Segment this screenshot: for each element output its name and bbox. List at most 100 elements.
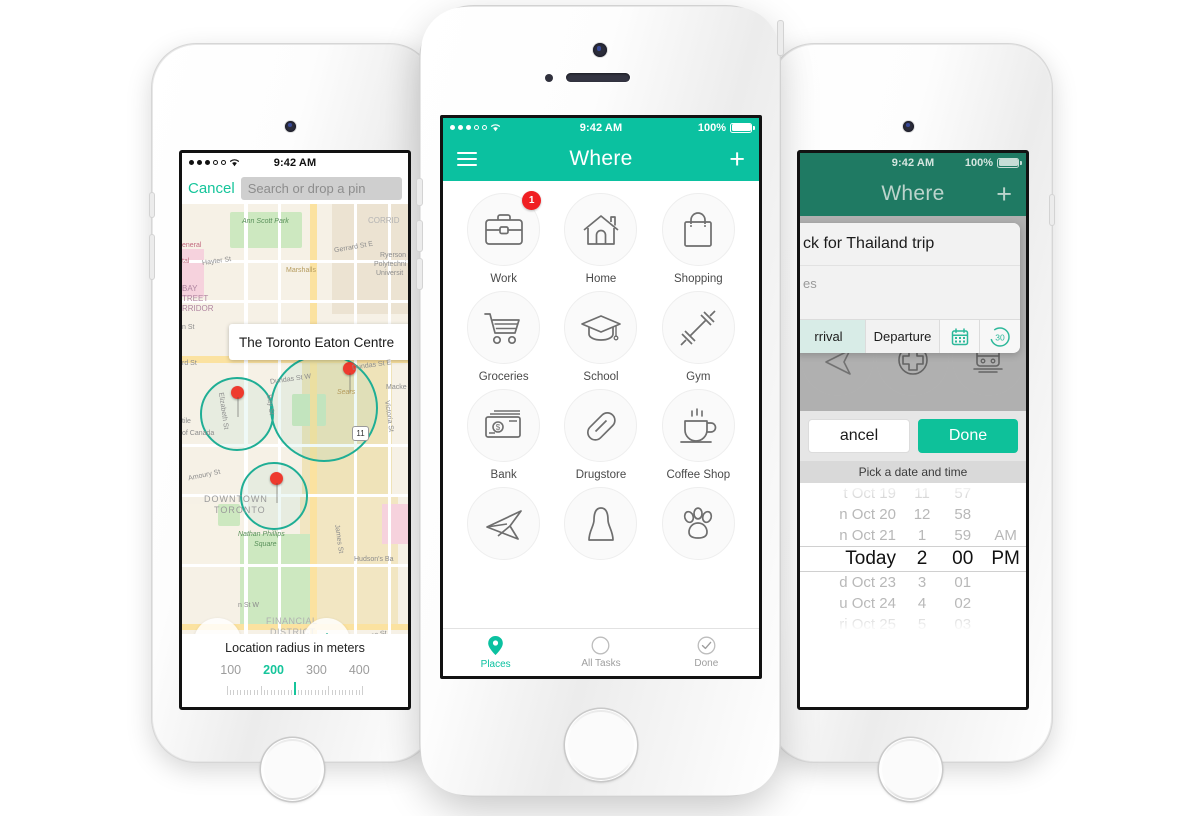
tab-done[interactable]: Done <box>654 629 759 676</box>
place-cell-school[interactable]: School <box>552 291 649 383</box>
place-circle[interactable]: $ <box>467 389 541 462</box>
place-cell-person[interactable] <box>552 487 649 567</box>
home-button[interactable] <box>879 738 942 801</box>
task-card[interactable]: ck for Thailand trip es rrival Departure <box>800 223 1020 353</box>
trigger-segmented-control[interactable]: rrival Departure 30 <box>800 319 1020 353</box>
picker-row[interactable]: d Oct 23 3 01 <box>800 572 1026 593</box>
mute-switch[interactable] <box>417 179 422 205</box>
place-circle[interactable] <box>661 193 735 266</box>
place-circle[interactable] <box>564 193 638 266</box>
done-button[interactable]: Done <box>918 419 1018 453</box>
front-camera <box>285 121 296 132</box>
tab-all-tasks-label: All Tasks <box>581 658 621 669</box>
tab-places[interactable]: Places <box>443 629 548 676</box>
place-cell-drugstore[interactable]: Drugstore <box>552 389 649 481</box>
right-app-header: 9:42 AM 100% Where + <box>800 153 1026 216</box>
picker-minute: 02 <box>954 595 972 612</box>
picker-row[interactable]: u Oct 24 4 02 <box>800 593 1026 614</box>
place-circle[interactable] <box>661 487 735 560</box>
radius-scale[interactable]: 100 200 300 400 <box>182 663 408 677</box>
segment-departure-label: Departure <box>873 329 932 344</box>
menu-button[interactable] <box>457 152 477 166</box>
picker-minute: 57 <box>954 485 972 502</box>
segment-departure[interactable]: Departure <box>866 320 940 353</box>
picker-hour: 11 <box>914 485 930 502</box>
tab-all-tasks[interactable]: All Tasks <box>548 629 653 676</box>
place-circle[interactable] <box>661 291 735 364</box>
place-circle[interactable] <box>661 389 735 462</box>
right-phone-screen: 9:42 AM 100% Where + ck for Thailand tri… <box>797 150 1029 710</box>
cancel-button[interactable]: ancel <box>808 419 910 453</box>
date-time-picker[interactable]: t Oct 19 11 57 n Oct 20 12 58 n Oct 21 1 59 AM Tod… <box>800 483 1026 631</box>
power-button[interactable] <box>778 21 783 55</box>
place-cell-work[interactable]: 1 Work <box>455 191 552 285</box>
home-button[interactable] <box>565 709 637 781</box>
left-status-bar: 9:42 AM <box>182 153 408 172</box>
add-button[interactable]: + <box>996 180 1012 208</box>
volume-up-button[interactable] <box>417 221 422 251</box>
picker-row[interactable]: t Oct 19 11 57 <box>800 483 1026 504</box>
place-cell-bank[interactable]: $ Bank <box>455 389 552 481</box>
search-input[interactable]: Search or drop a pin <box>240 176 402 200</box>
front-camera <box>593 43 607 57</box>
person-icon <box>588 506 614 541</box>
battery-percent: 100% <box>697 121 726 134</box>
radius-400[interactable]: 400 <box>349 663 370 677</box>
place-cell-paw[interactable] <box>650 487 747 567</box>
add-button[interactable]: + <box>729 145 745 173</box>
radius-slider-needle[interactable] <box>294 682 296 695</box>
radius-200-selected[interactable]: 200 <box>263 663 284 677</box>
map-pin[interactable] <box>231 386 244 399</box>
segment-arrival[interactable]: rrival <box>800 320 866 353</box>
battery-percent: 100% <box>964 156 993 169</box>
callout-title: The Toronto Eaton Centre <box>239 334 395 350</box>
place-circle[interactable] <box>467 487 541 560</box>
place-cell-gym[interactable]: Gym <box>650 291 747 383</box>
place-cell-shopping[interactable]: Shopping <box>650 193 747 285</box>
duration-30-button[interactable]: 30 <box>980 320 1020 353</box>
place-label: Shopping <box>674 273 723 285</box>
place-circle[interactable]: 1 <box>467 191 542 266</box>
shopping-bag-icon <box>684 211 713 247</box>
picker-date: Today <box>845 548 896 569</box>
money-card-icon: $ <box>484 409 521 438</box>
picker-minute: 00 <box>952 548 974 569</box>
task-title-field[interactable]: ck for Thailand trip <box>800 223 1020 266</box>
home-button[interactable] <box>261 738 324 801</box>
graduation-cap-icon <box>581 314 621 341</box>
picker-action-row: ancel Done <box>800 411 1026 461</box>
place-cell-airplane[interactable] <box>455 487 552 567</box>
map-pin[interactable] <box>270 472 283 485</box>
picker-row[interactable]: n Oct 20 12 58 <box>800 504 1026 525</box>
place-circle[interactable] <box>564 487 638 560</box>
radius-slider[interactable] <box>182 682 408 695</box>
places-scroll-area[interactable]: 1 Work Home Shopping Groceries School Gym $ Bank… <box>443 181 759 628</box>
house-icon <box>583 214 619 245</box>
map-pin-icon <box>488 636 503 655</box>
picker-row[interactable]: ri Oct 25 5 03 <box>800 614 1026 631</box>
cancel-button[interactable]: Cancel <box>188 180 235 197</box>
radius-300[interactable]: 300 <box>306 663 327 677</box>
circle-icon <box>592 636 610 655</box>
map-canvas[interactable]: The Toronto Eaton Centre Ann Scott Park … <box>182 204 408 634</box>
volume-down-button[interactable] <box>417 259 422 289</box>
place-circle[interactable] <box>467 291 541 364</box>
picker-row-selected[interactable]: Today 2 00 PM <box>800 546 1026 572</box>
date-picker-sheet[interactable]: ancel Done Pick a date and time t Oct 19… <box>800 411 1026 707</box>
place-cell-coffee-shop[interactable]: Coffee Shop <box>650 389 747 481</box>
segment-arrival-label: rrival <box>814 329 843 344</box>
place-cell-groceries[interactable]: Groceries <box>455 291 552 383</box>
map-callout[interactable]: The Toronto Eaton Centre <box>229 324 408 360</box>
mute-switch[interactable] <box>150 193 154 217</box>
radius-100[interactable]: 100 <box>220 663 241 677</box>
task-notes-field[interactable]: es <box>800 266 1020 319</box>
calendar-button[interactable] <box>940 320 980 353</box>
place-circle[interactable] <box>564 291 638 364</box>
place-label: Coffee Shop <box>666 469 731 481</box>
picker-row[interactable]: n Oct 21 1 59 AM <box>800 525 1026 546</box>
place-cell-home[interactable]: Home <box>552 193 649 285</box>
volume-button[interactable] <box>150 235 154 279</box>
power-button[interactable] <box>1050 195 1054 225</box>
place-circle[interactable] <box>564 389 638 462</box>
right-status-bar: 9:42 AM 100% <box>800 153 1026 172</box>
